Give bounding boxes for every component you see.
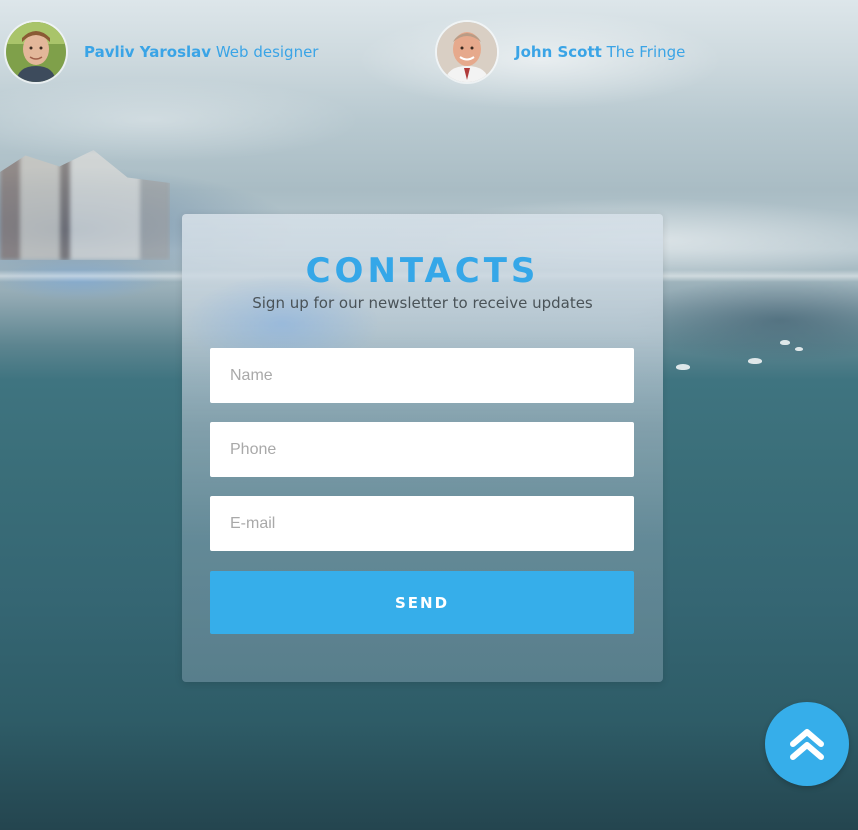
testimonial-role: Web designer bbox=[215, 43, 319, 61]
seagull bbox=[795, 347, 803, 351]
testimonial-role: The Fringe bbox=[606, 43, 686, 61]
seagull bbox=[748, 358, 762, 364]
double-chevron-up-icon bbox=[790, 729, 824, 760]
testimonial: Pavliv Yaroslav Web designer bbox=[6, 22, 318, 82]
testimonial-name: Pavliv Yaroslav bbox=[84, 43, 212, 61]
scroll-to-top-button[interactable] bbox=[765, 702, 849, 786]
name-input[interactable] bbox=[210, 348, 634, 403]
testimonials-strip: Pavliv Yaroslav Web designer John Scott … bbox=[0, 0, 858, 106]
testimonial-caption: Pavliv Yaroslav Web designer bbox=[84, 43, 318, 61]
seagull bbox=[676, 364, 690, 370]
email-input[interactable] bbox=[210, 496, 634, 551]
avatar bbox=[437, 22, 497, 82]
avatar bbox=[6, 22, 66, 82]
testimonial: John Scott The Fringe bbox=[437, 22, 685, 82]
person-photo-icon bbox=[6, 22, 66, 82]
seagull bbox=[780, 340, 790, 345]
contact-form: CONTACTS Sign up for our newsletter to r… bbox=[182, 214, 663, 682]
phone-input[interactable] bbox=[210, 422, 634, 477]
contacts-subtitle: Sign up for our newsletter to receive up… bbox=[252, 294, 593, 312]
testimonial-caption: John Scott The Fringe bbox=[515, 43, 685, 61]
contacts-title: CONTACTS bbox=[305, 251, 540, 291]
person-photo-icon bbox=[437, 22, 497, 82]
send-button[interactable]: SEND bbox=[210, 571, 634, 634]
testimonial-name: John Scott bbox=[515, 43, 602, 61]
background-wave bbox=[0, 250, 200, 330]
